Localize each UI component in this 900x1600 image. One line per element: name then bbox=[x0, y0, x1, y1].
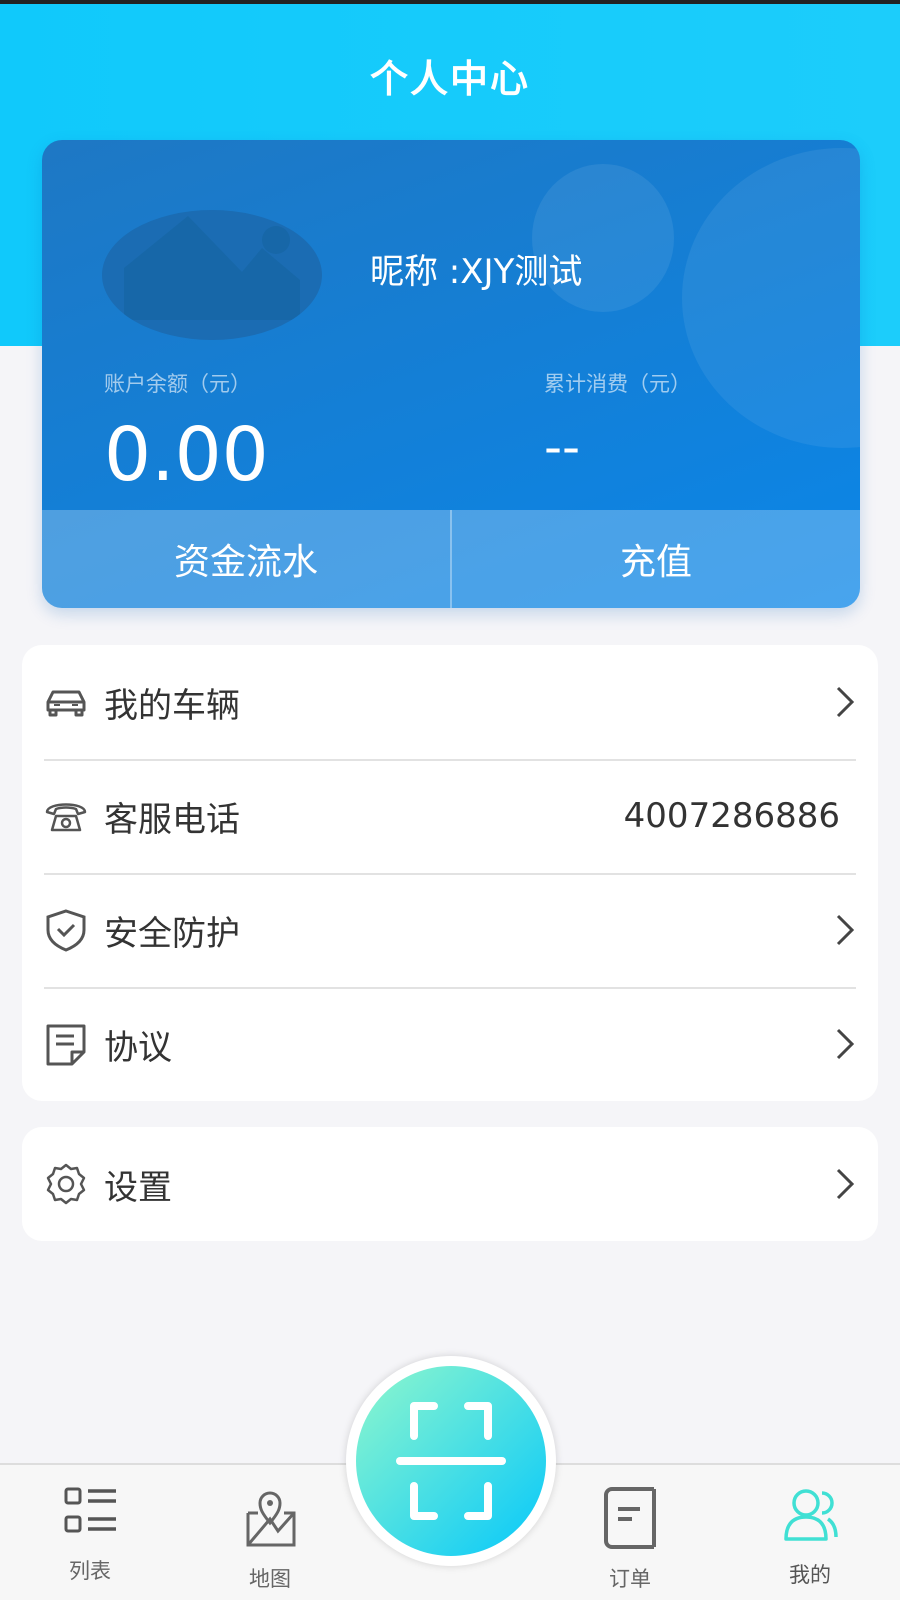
scan-icon bbox=[396, 1402, 506, 1520]
list-icon bbox=[64, 1487, 116, 1533]
users-icon bbox=[784, 1489, 838, 1541]
page-title: 个人中心 bbox=[369, 57, 530, 101]
menu-item-label: 安全防护 bbox=[104, 913, 240, 954]
chevron-right-icon bbox=[836, 686, 855, 718]
balance-label: 账户余额（元） bbox=[104, 372, 251, 396]
chevron-right-icon bbox=[836, 914, 855, 946]
tab-list[interactable]: 列表 bbox=[30, 1485, 150, 1585]
fund-flow-button[interactable]: 资金流水 bbox=[42, 510, 452, 608]
tab-label: 列表 bbox=[69, 1559, 111, 1583]
tab-label: 订单 bbox=[609, 1567, 651, 1591]
document-icon bbox=[46, 1024, 86, 1066]
scan-button[interactable] bbox=[346, 1356, 556, 1566]
menu-item-service-phone[interactable]: 客服电话 4007286886 bbox=[22, 759, 878, 873]
gear-icon bbox=[46, 1163, 86, 1205]
settings-card: 设置 bbox=[22, 1127, 878, 1241]
image-placeholder-icon bbox=[124, 216, 300, 320]
chevron-right-icon bbox=[836, 1168, 855, 1200]
telephone-icon bbox=[45, 803, 87, 832]
tab-label: 地图 bbox=[249, 1567, 291, 1591]
tab-mine[interactable]: 我的 bbox=[750, 1485, 870, 1589]
spent-label: 累计消费（元） bbox=[544, 372, 691, 396]
order-icon bbox=[604, 1487, 656, 1549]
menu-item-label: 协议 bbox=[104, 1027, 172, 1068]
map-icon bbox=[246, 1491, 296, 1547]
nickname: 昵称 :XJY测试 bbox=[370, 252, 583, 292]
menu-item-settings[interactable]: 设置 bbox=[22, 1127, 878, 1241]
menu-item-security[interactable]: 安全防护 bbox=[22, 873, 878, 987]
chevron-right-icon bbox=[836, 1028, 855, 1060]
spent-value: -- bbox=[544, 418, 581, 476]
menu-list: 我的车辆 客服电话 4007286886 安全防护 协议 bbox=[22, 645, 878, 1101]
service-phone-number[interactable]: 4007286886 bbox=[624, 796, 840, 836]
tab-label: 我的 bbox=[789, 1563, 831, 1587]
avatar[interactable] bbox=[102, 210, 322, 340]
menu-item-label: 我的车辆 bbox=[104, 685, 240, 726]
balance-value: 0.00 bbox=[104, 412, 269, 498]
menu-item-label: 设置 bbox=[104, 1167, 172, 1208]
account-card: 昵称 :XJY测试 账户余额（元） 累计消费（元） 0.00 -- 资金流水 充… bbox=[42, 140, 860, 608]
menu-item-vehicles[interactable]: 我的车辆 bbox=[22, 645, 878, 759]
menu-item-agreement[interactable]: 协议 bbox=[22, 987, 878, 1101]
tab-map[interactable]: 地图 bbox=[210, 1489, 330, 1593]
tab-orders[interactable]: 订单 bbox=[570, 1485, 690, 1593]
shield-icon bbox=[46, 909, 86, 952]
menu-item-label: 客服电话 bbox=[104, 799, 240, 840]
recharge-button[interactable]: 充值 bbox=[452, 510, 860, 608]
decor-circle bbox=[682, 148, 860, 448]
car-icon bbox=[46, 690, 86, 717]
